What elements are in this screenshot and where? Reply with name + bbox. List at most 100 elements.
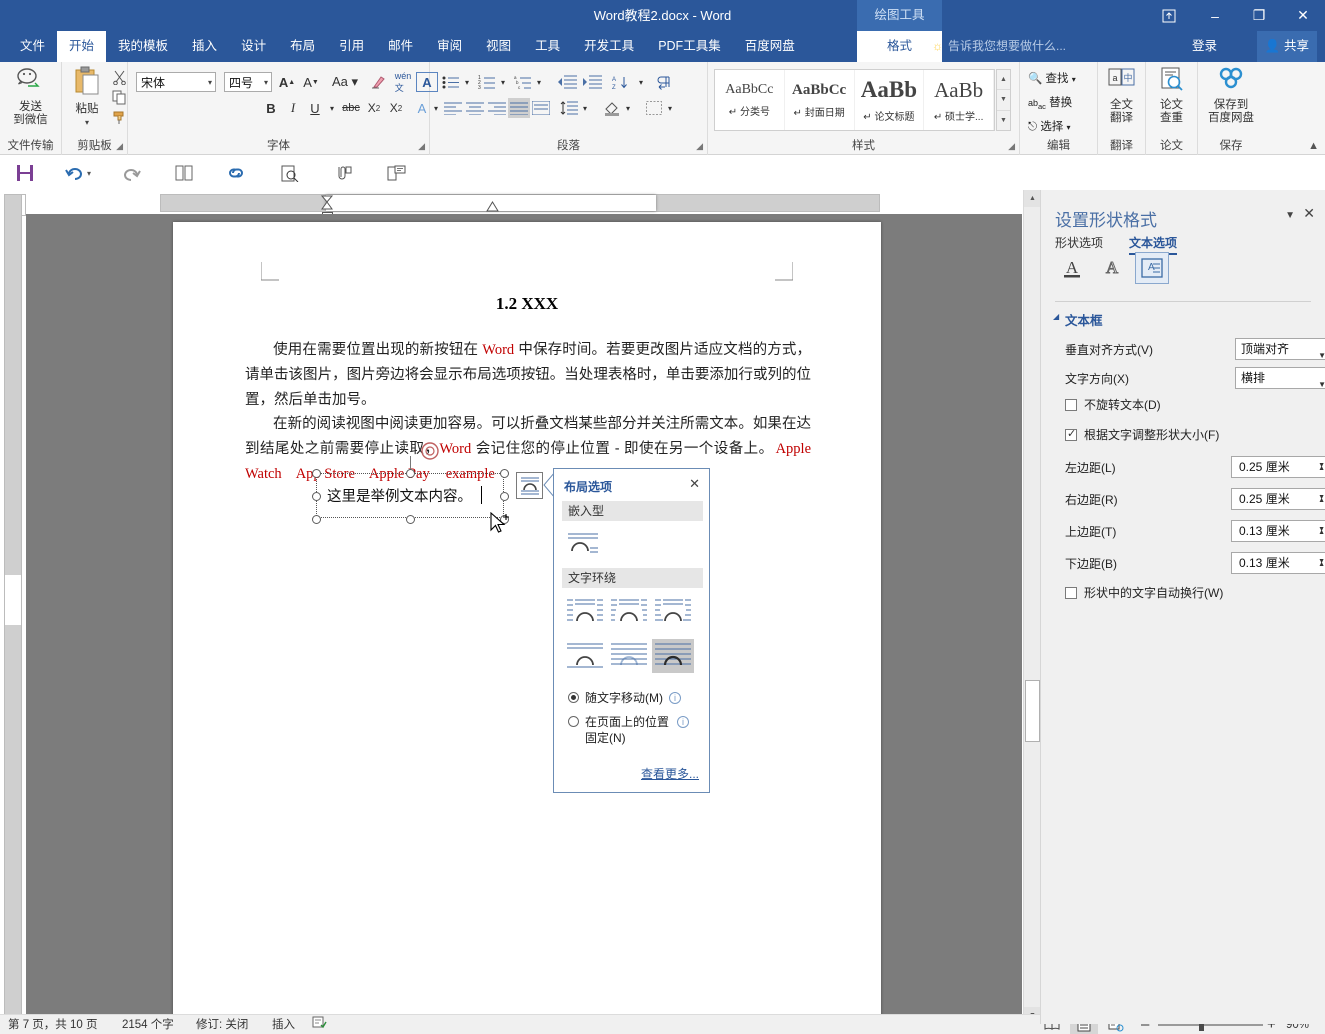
resize-handle-ne[interactable] <box>500 469 509 478</box>
style-item[interactable]: AaBbCc ↵ 分类号 <box>715 70 785 130</box>
selected-text-box[interactable]: 这里是举例文本内容。 <box>312 456 509 524</box>
text-box-content[interactable]: 这里是举例文本内容。 <box>327 485 472 506</box>
sign-in-button[interactable]: 登录 <box>1192 31 1217 62</box>
send-to-wechat-button[interactable]: 发送 到微信 <box>0 66 61 127</box>
align-center-icon[interactable] <box>464 98 486 118</box>
redo-icon[interactable] <box>120 161 144 185</box>
field-spinner[interactable]: 0.13 厘米 ▲ ▼ <box>1231 552 1325 574</box>
behind-text-icon[interactable] <box>608 639 650 673</box>
in-front-of-text-icon[interactable] <box>652 639 694 673</box>
sort-dropdown-icon[interactable]: ▾ <box>635 72 647 92</box>
info-icon[interactable]: i <box>669 691 681 704</box>
bold-icon[interactable]: B <box>262 98 280 118</box>
underline-icon[interactable]: U <box>306 98 324 118</box>
multilevel-list-icon[interactable]: abc <box>512 72 534 92</box>
change-case-icon[interactable]: Aa ▾ <box>328 72 362 92</box>
chevron-down-icon[interactable]: ▾ <box>1067 123 1071 132</box>
text-effects-icon[interactable]: A <box>412 98 432 118</box>
styles-dialog-launcher[interactable]: ◢ <box>1008 141 1015 152</box>
checkbox-row[interactable]: 根据文字调整形状大小(F) <box>1065 426 1219 443</box>
text-fill-outline-icon[interactable]: A <box>1055 252 1089 284</box>
spinner-down-icon[interactable]: ▼ <box>1318 551 1325 572</box>
format-painter-icon[interactable] <box>110 108 128 126</box>
numbering-dropdown-icon[interactable]: ▾ <box>497 72 509 92</box>
style-item[interactable]: AaBbCc ↵ 封面日期 <box>785 70 855 130</box>
align-left-icon[interactable] <box>442 98 464 118</box>
phonetic-guide-icon[interactable]: wén 文 <box>392 71 414 93</box>
page-info[interactable]: 第 7 页，共 10 页 <box>8 1015 97 1034</box>
two-page-view-icon[interactable] <box>172 161 196 185</box>
save-icon[interactable] <box>13 161 37 185</box>
close-icon[interactable]: ✕ <box>689 476 700 492</box>
through-wrap-icon[interactable] <box>652 595 694 629</box>
bullets-dropdown-icon[interactable]: ▾ <box>461 72 473 92</box>
field-spinner[interactable]: 0.25 厘米 ▲ ▼ <box>1231 488 1325 510</box>
layout-options-anchor-button[interactable] <box>516 472 543 499</box>
tab-developer[interactable]: 开发工具 <box>572 31 646 62</box>
proofing-errors-icon[interactable] <box>312 1015 327 1034</box>
paragraph-dialog-launcher[interactable]: ◢ <box>696 141 703 152</box>
undo-dropdown-icon[interactable]: ▾ <box>84 161 94 185</box>
new-comment-icon[interactable] <box>384 161 408 185</box>
expand-triangle-icon[interactable]: ◢ <box>1053 312 1059 321</box>
align-right-icon[interactable] <box>486 98 508 118</box>
superscript-icon[interactable]: X2 <box>386 98 406 118</box>
tab-design[interactable]: 设计 <box>229 31 278 62</box>
resize-handle-s[interactable] <box>406 515 415 524</box>
section-header-textbox[interactable]: 文本框 <box>1065 310 1103 329</box>
maximize-button[interactable]: ❐ <box>1237 0 1281 31</box>
chevron-down-icon[interactable]: ▾ <box>66 116 108 129</box>
checkbox-row[interactable]: 不旋转文本(D) <box>1065 396 1161 413</box>
chevron-down-icon[interactable]: ▾ <box>1072 75 1076 84</box>
close-icon[interactable]: ✕ <box>1303 205 1315 222</box>
replace-button[interactable]: abac 替换 <box>1028 94 1072 111</box>
word-count[interactable]: 2154 个字 <box>122 1015 174 1034</box>
subscript-icon[interactable]: X2 <box>364 98 384 118</box>
shrink-font-icon[interactable]: A ▼ <box>300 72 322 92</box>
see-more-link[interactable]: 查看更多... <box>641 765 699 782</box>
strikethrough-icon[interactable]: abc <box>340 98 362 118</box>
spinner-down-icon[interactable]: ▼ <box>1318 519 1325 540</box>
tab-tools[interactable]: 工具 <box>523 31 572 62</box>
tab-insert[interactable]: 插入 <box>180 31 229 62</box>
select-button[interactable]: ⎋ 选择 ▾ <box>1028 118 1071 134</box>
borders-icon[interactable] <box>642 98 666 118</box>
tab-layout[interactable]: 布局 <box>278 31 327 62</box>
copy-icon[interactable] <box>110 88 128 106</box>
line-spacing-icon[interactable] <box>558 98 580 118</box>
full-text-translate-button[interactable]: a 中 全文 翻译 <box>1098 66 1145 125</box>
radio-fix-position[interactable]: 在页面上的位置固定(N) i <box>568 714 689 746</box>
justify-icon[interactable] <box>508 98 530 118</box>
square-wrap-icon[interactable] <box>564 595 606 629</box>
horizontal-ruler[interactable] <box>160 194 880 219</box>
numbering-icon[interactable]: 123 <box>476 72 498 92</box>
right-indent-marker[interactable] <box>486 201 499 214</box>
text-effects-icon[interactable]: A <box>1095 252 1129 284</box>
chevron-down-icon[interactable]: ▼ <box>997 90 1010 111</box>
spinner-down-icon[interactable]: ▼ <box>1318 487 1325 508</box>
spinner-down-icon[interactable]: ▼ <box>1318 455 1325 476</box>
styles-gallery[interactable]: AaBbCc ↵ 分类号 AaBbCc ↵ 封面日期 AaBb ↵ 论文标题 A… <box>714 69 995 131</box>
in-line-with-text-icon[interactable] <box>564 527 606 561</box>
field-combo[interactable]: 横排 ▼ <box>1235 367 1325 389</box>
chevron-down-icon[interactable]: ▼ <box>1318 345 1325 366</box>
multilevel-list-dropdown-icon[interactable]: ▾ <box>533 72 545 92</box>
track-changes-status[interactable]: 修订: 关闭 <box>196 1015 248 1034</box>
minimize-button[interactable]: – <box>1193 0 1237 31</box>
scroll-up-arrow-icon[interactable]: ▲ <box>1024 190 1041 207</box>
clear-formatting-icon[interactable] <box>368 72 390 92</box>
field-spinner[interactable]: 0.25 厘米 ▲ ▼ <box>1231 456 1325 478</box>
resize-handle-nw[interactable] <box>312 469 321 478</box>
chevron-down-icon[interactable]: ▼ <box>1318 374 1325 395</box>
distribute-icon[interactable] <box>530 98 552 118</box>
layout-options-popup[interactable]: 布局选项 ✕ 嵌入型 文字环绕 随文字移动(M) i 在页面上的位置固定(N) … <box>553 468 710 793</box>
resize-handle-sw[interactable] <box>312 515 321 524</box>
scrollbar-thumb[interactable] <box>1025 680 1040 742</box>
paste-button[interactable]: 粘贴 ▾ <box>66 66 108 129</box>
undo-icon[interactable] <box>62 161 86 185</box>
attach-icon[interactable] <box>331 161 355 185</box>
tight-wrap-icon[interactable] <box>608 595 650 629</box>
style-item[interactable]: AaBb ↵ 论文标题 <box>855 70 925 130</box>
resize-handle-e[interactable] <box>500 492 509 501</box>
vertical-ruler[interactable] <box>4 194 22 1024</box>
